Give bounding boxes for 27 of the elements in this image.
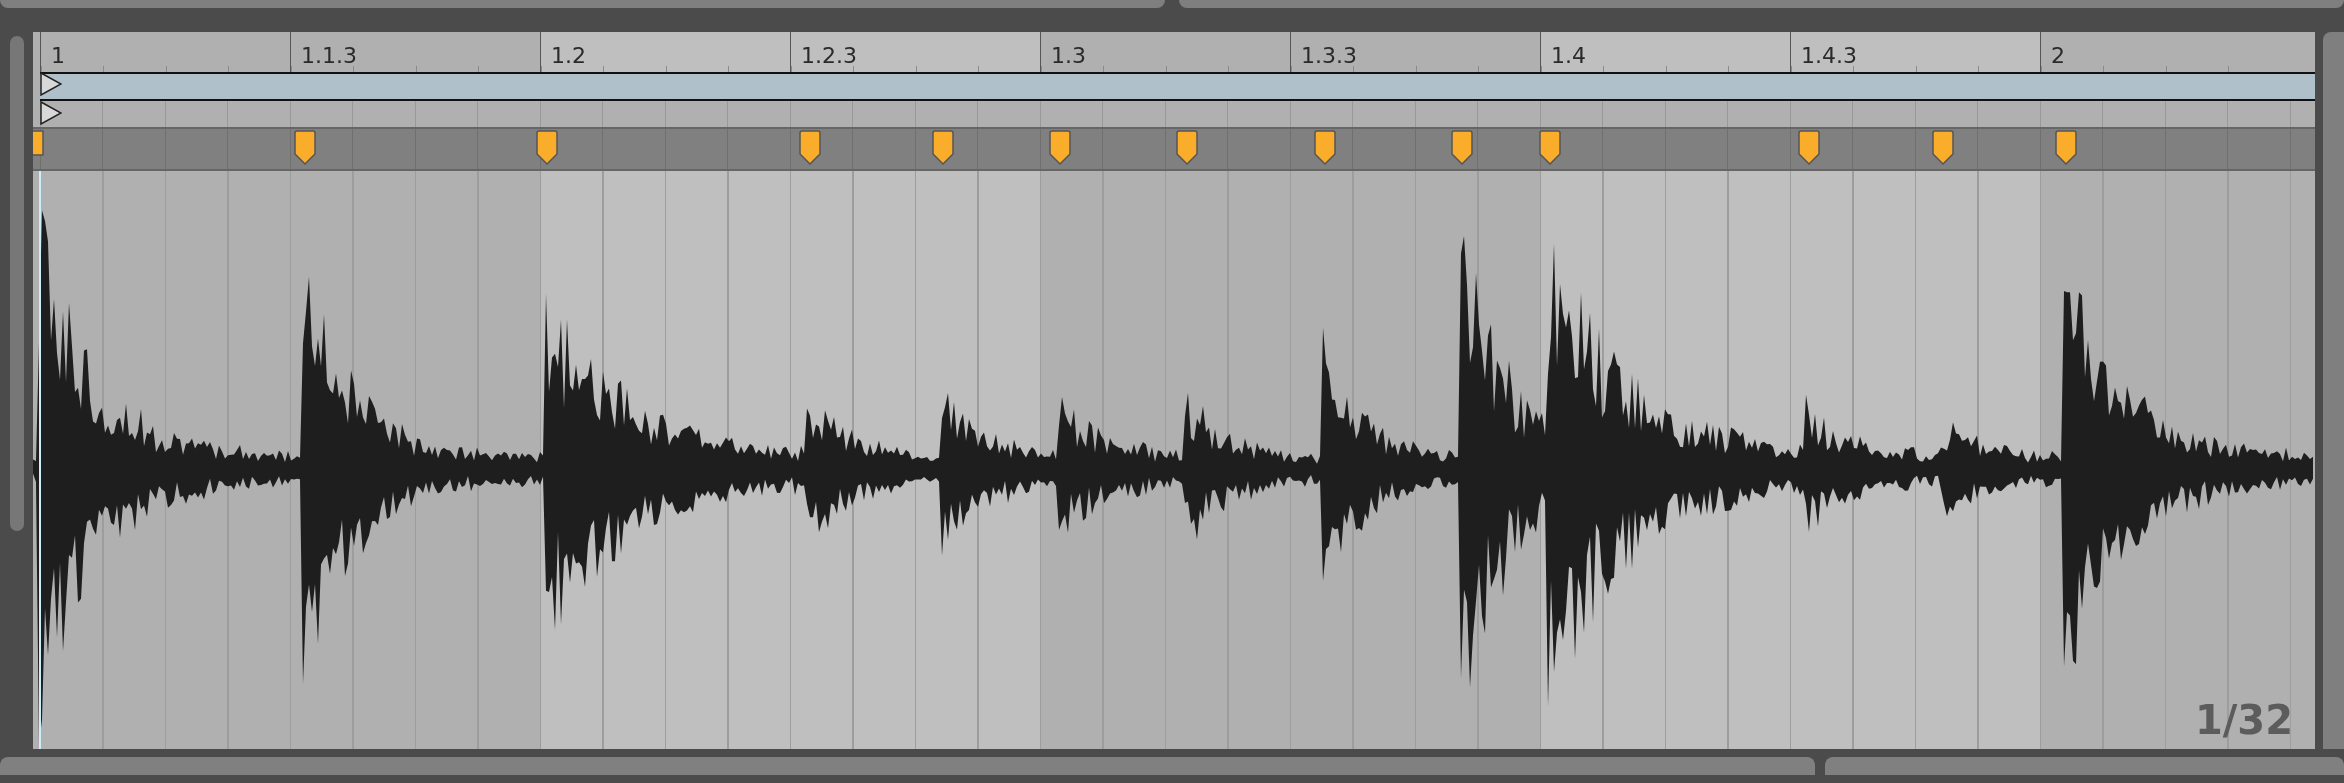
loop-bar[interactable]	[40, 72, 2315, 101]
loop-start-icon[interactable]	[40, 72, 62, 96]
warp-marker-icon[interactable]	[1451, 130, 1473, 166]
ruler-label: 2	[2051, 45, 2065, 67]
ruler-label: 1.3.3	[1301, 45, 1357, 67]
warp-marker-icon[interactable]	[1798, 130, 1820, 166]
ruler-label: 1.2	[551, 45, 586, 67]
warp-marker-icon[interactable]	[932, 130, 954, 166]
ruler-label: 1.3	[1051, 45, 1086, 67]
warp-marker-icon[interactable]	[799, 130, 821, 166]
warp-marker-icon[interactable]	[1049, 130, 1071, 166]
loop-start-icon[interactable]	[40, 101, 62, 125]
ruler-label: 1.4.3	[1801, 45, 1857, 67]
warp-marker-icon[interactable]	[1539, 130, 1561, 166]
ruler-label: 1	[51, 45, 65, 67]
warp-marker-icon[interactable]	[2055, 130, 2077, 166]
ruler-label: 1.2.3	[801, 45, 857, 67]
warp-marker-icon[interactable]	[1932, 130, 1954, 166]
scrollbar-thumb[interactable]	[9, 36, 24, 531]
grid-zoom-label: 1/32	[2194, 697, 2293, 743]
warp-marker-icon[interactable]	[536, 130, 558, 166]
warp-marker-icon[interactable]	[1176, 130, 1198, 166]
warp-marker-lane[interactable]	[33, 127, 2315, 171]
warp-marker-icon[interactable]	[294, 130, 316, 166]
ruler-label: 1.4	[1551, 45, 1586, 67]
ruler-label: 1.1.3	[301, 45, 357, 67]
warp-marker-icon[interactable]	[1314, 130, 1336, 166]
